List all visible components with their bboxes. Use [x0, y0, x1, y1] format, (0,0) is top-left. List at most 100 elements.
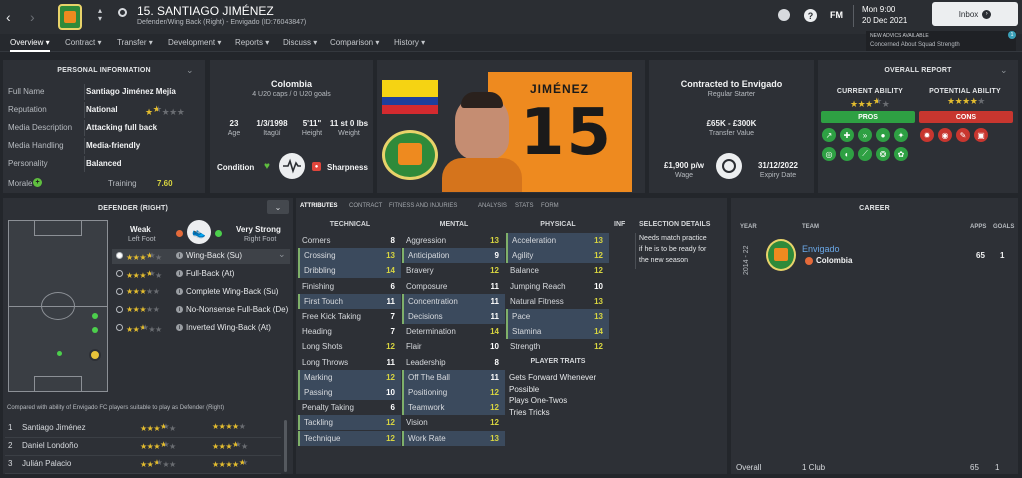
envigado-crest-icon: [382, 130, 438, 180]
settings-ball-icon[interactable]: [778, 9, 790, 21]
role-radio[interactable]: [116, 306, 123, 313]
pro-icon[interactable]: ✿: [894, 147, 908, 161]
colombia-flag-icon: [382, 80, 438, 114]
chevron-down-icon[interactable]: ⌄: [1000, 65, 1008, 76]
attribute-name: Balance: [510, 266, 539, 276]
position-dropdown-button[interactable]: ⌄: [267, 200, 289, 214]
contract-sign-icon[interactable]: [716, 153, 742, 179]
role-radio[interactable]: [116, 270, 123, 277]
pro-icon[interactable]: ●: [876, 128, 890, 142]
shirt-number: 15: [520, 96, 614, 170]
attribute-name: Agility: [512, 251, 534, 261]
expiry-label: Expiry Date: [759, 172, 797, 179]
tab-form[interactable]: FORM: [541, 203, 559, 209]
date-time: Mon 9:00: [862, 5, 896, 14]
info-icon[interactable]: i: [176, 306, 183, 313]
morale-icon[interactable]: +: [33, 178, 42, 187]
role-row[interactable]: ★★★★★★ i Full-Back (At): [112, 267, 290, 282]
pro-icon[interactable]: »: [858, 128, 872, 142]
tab-attributes[interactable]: ATTRIBUTES: [300, 203, 338, 209]
role-radio[interactable]: [116, 252, 123, 259]
chevron-down-icon[interactable]: ⌄: [278, 249, 286, 260]
con-icon[interactable]: ▣: [974, 128, 988, 142]
career-club-link[interactable]: Envigado: [802, 244, 840, 254]
info-value: National: [86, 105, 118, 114]
attribute-row: Pace 13: [506, 309, 609, 324]
attribute-name: Jumping Reach: [510, 281, 566, 291]
pro-icon[interactable]: ↗: [822, 128, 836, 142]
chevron-down-icon[interactable]: ⌄: [186, 65, 194, 76]
search-icon[interactable]: [118, 8, 127, 17]
attribute-row: Leadership 8: [402, 355, 505, 370]
pro-icon[interactable]: ◐: [840, 147, 854, 161]
pro-icon[interactable]: ✦: [894, 128, 908, 142]
contract-title: Contracted to Envigado: [680, 79, 783, 89]
tab-stats[interactable]: STATS: [515, 203, 533, 209]
career-apps-header: APPS: [970, 224, 987, 230]
tab-analysis[interactable]: ANALYSIS: [478, 203, 507, 209]
info-icon[interactable]: i: [176, 324, 183, 331]
info-icon[interactable]: i: [176, 288, 183, 295]
nation-name: Colombia: [270, 79, 312, 89]
help-icon[interactable]: ?: [804, 9, 817, 22]
nav-history[interactable]: History ▾: [394, 38, 425, 47]
role-row[interactable]: ★★★★★ i No-Nonsense Full-Back (De): [112, 303, 290, 318]
tab-fitness-and-injuries[interactable]: FITNESS AND INJURIES: [389, 203, 457, 209]
tab-contract[interactable]: CONTRACT: [349, 203, 382, 209]
pro-icon[interactable]: ◎: [822, 147, 836, 161]
divider: [84, 138, 85, 154]
nav-development[interactable]: Development ▾: [168, 38, 221, 47]
attribute-row: Bravery 12: [402, 263, 505, 278]
attribute-row: Agility 12: [506, 248, 609, 264]
pro-icon[interactable]: ✚: [840, 128, 854, 142]
nav-contract[interactable]: Contract ▾: [65, 38, 101, 47]
role-row[interactable]: ★★★★★ i Complete Wing-Back (Su): [112, 285, 290, 300]
row-divider: [5, 437, 281, 438]
con-icon[interactable]: ✹: [920, 128, 934, 142]
morale-label: Morale: [8, 179, 33, 188]
nav-transfer[interactable]: Transfer ▾: [117, 38, 153, 47]
nav-reports[interactable]: Reports ▾: [235, 38, 269, 47]
role-radio[interactable]: [116, 288, 123, 295]
attribute-row: Dribbling 14: [298, 263, 401, 279]
attribute-row: Tackling 12: [298, 415, 401, 431]
updown-arrows-icon[interactable]: ▴ ▾: [98, 7, 102, 23]
forward-arrow-icon[interactable]: ›: [30, 9, 35, 25]
attribute-value: 14: [386, 266, 395, 276]
info-icon[interactable]: i: [176, 270, 183, 277]
nav-overview[interactable]: Overview ▾: [10, 38, 50, 52]
technical-header: TECHNICAL: [329, 221, 371, 228]
back-arrow-icon[interactable]: ‹: [6, 9, 11, 25]
divider: [853, 5, 854, 27]
attribute-name: Crossing: [304, 251, 336, 261]
compare-pa-stars: ★★★★★: [212, 422, 246, 431]
player-shirt: [442, 158, 522, 192]
pro-icon[interactable]: ⟋: [858, 147, 872, 161]
compare-rank: 3: [8, 459, 13, 468]
attribute-value: 10: [594, 281, 603, 291]
attribute-value: 12: [490, 266, 499, 276]
scrollbar[interactable]: [284, 420, 287, 472]
inbox-button[interactable]: Inbox ›: [932, 2, 1018, 26]
attribute-value: 6: [390, 403, 395, 413]
nav-comparison[interactable]: Comparison ▾: [330, 38, 379, 47]
reputation-stars: ★★★★★★: [145, 104, 185, 117]
con-icon[interactable]: ◉: [938, 128, 952, 142]
role-row[interactable]: ★★★★★★ i Inverted Wing-Back (At): [112, 321, 290, 336]
attribute-name: Pace: [512, 312, 531, 321]
club-badge-icon[interactable]: [58, 4, 82, 30]
fm-logo[interactable]: FM: [830, 10, 843, 20]
fitness-pulse-icon[interactable]: [279, 153, 305, 179]
info-icon[interactable]: i: [176, 252, 183, 259]
attribute-name: Corners: [302, 236, 331, 245]
role-radio[interactable]: [116, 324, 123, 331]
career-goals: 1: [1000, 251, 1005, 260]
pro-icon[interactable]: ❂: [876, 147, 890, 161]
attribute-row: Decisions 11: [402, 309, 505, 324]
con-icon[interactable]: ✎: [956, 128, 970, 142]
career-overall-goals: 1: [995, 463, 1000, 472]
weak-foot-label: Weak: [130, 225, 151, 234]
nav-discuss[interactable]: Discuss ▾: [283, 38, 317, 47]
advice-box[interactable]: NEW ADVICS AVAILABLE Concerned About Squ…: [866, 31, 1016, 51]
role-row[interactable]: ★★★★★★ i Wing-Back (Su) ⌄: [112, 249, 290, 264]
